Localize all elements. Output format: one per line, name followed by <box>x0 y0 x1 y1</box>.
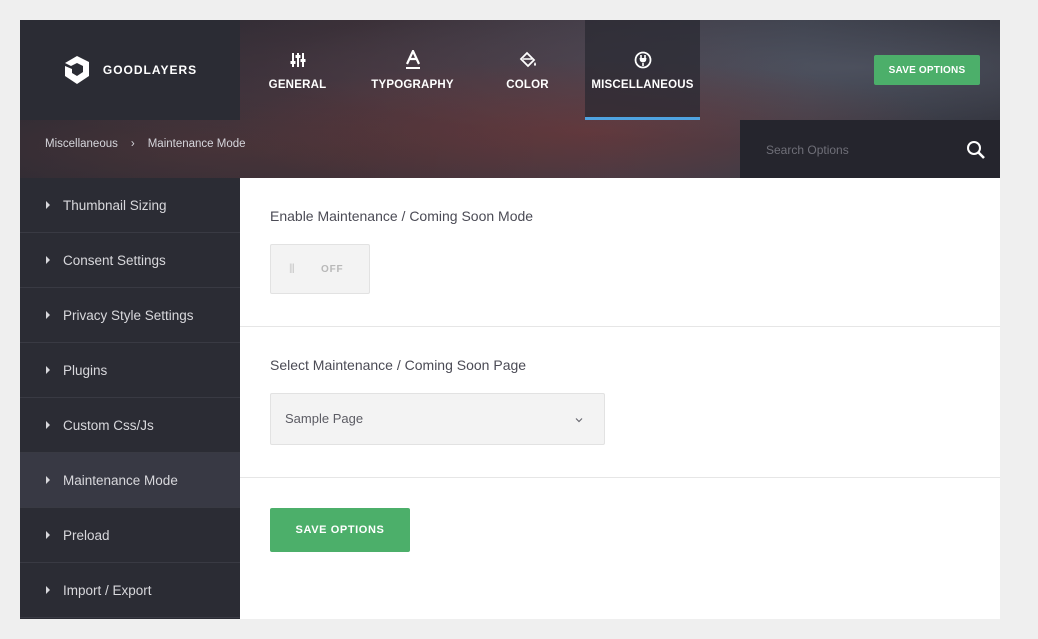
options-header: GOODLAYERS GENERAL TYPOGRAPHY COLOR MISC… <box>20 20 1000 178</box>
tab-typography[interactable]: TYPOGRAPHY <box>355 20 470 120</box>
maintenance-page-section: Select Maintenance / Coming Soon Page Sa… <box>240 327 1000 478</box>
sidebar-item-label: Preload <box>63 527 110 543</box>
brand-logo: GOODLAYERS <box>20 20 240 120</box>
sidebar-item-plugins[interactable]: Plugins <box>20 343 240 398</box>
options-content: Enable Maintenance / Coming Soon Mode ||… <box>240 178 1000 619</box>
caret-right-icon <box>46 201 50 209</box>
toggle-grip-icon: ||| <box>289 263 295 274</box>
sidebar-item-preload[interactable]: Preload <box>20 508 240 563</box>
brand-name: GOODLAYERS <box>102 63 198 77</box>
search-input[interactable] <box>764 140 958 160</box>
goodlayers-logo-icon <box>64 56 89 84</box>
sidebar-item-label: Import / Export <box>63 582 152 598</box>
save-options-button[interactable]: SAVE OPTIONS <box>270 508 410 552</box>
sidebar-item-custom-css-js[interactable]: Custom Css/Js <box>20 398 240 453</box>
sidebar-item-label: Thumbnail Sizing <box>63 197 167 213</box>
tab-label: MISCELLANEOUS <box>591 79 694 91</box>
caret-right-icon <box>46 476 50 484</box>
caret-right-icon <box>46 531 50 539</box>
search-icon[interactable] <box>966 140 986 160</box>
maintenance-page-select[interactable]: Sample Page <box>270 393 605 445</box>
caret-right-icon <box>46 366 50 374</box>
maintenance-toggle-label: Enable Maintenance / Coming Soon Mode <box>270 208 534 224</box>
breadcrumb-current: Maintenance Mode <box>147 138 246 150</box>
theme-options-panel: GOODLAYERS GENERAL TYPOGRAPHY COLOR MISC… <box>20 20 1000 619</box>
maintenance-mode-toggle[interactable]: ||| OFF <box>270 244 370 294</box>
plug-icon <box>634 49 652 71</box>
sidebar: Thumbnail Sizing Consent Settings Privac… <box>20 178 240 619</box>
breadcrumb-parent-link[interactable]: Miscellaneous <box>45 138 118 150</box>
sidebar-item-import-export[interactable]: Import / Export <box>20 563 240 618</box>
maintenance-page-label: Select Maintenance / Coming Soon Page <box>270 357 527 373</box>
caret-right-icon <box>46 421 50 429</box>
sliders-icon <box>289 49 307 71</box>
tab-label: GENERAL <box>268 79 327 91</box>
sidebar-item-label: Consent Settings <box>63 252 166 268</box>
tab-color[interactable]: COLOR <box>470 20 585 120</box>
breadcrumb: Miscellaneous › Maintenance Mode <box>45 138 246 150</box>
sidebar-item-maintenance-mode[interactable]: Maintenance Mode <box>20 453 240 508</box>
tab-label: TYPOGRAPHY <box>371 79 454 91</box>
tab-miscellaneous[interactable]: MISCELLANEOUS <box>585 20 700 120</box>
search-box <box>740 120 1000 178</box>
caret-right-icon <box>46 311 50 319</box>
tab-label: COLOR <box>506 79 549 91</box>
typography-icon <box>404 49 422 71</box>
chevron-down-icon <box>575 418 583 423</box>
sidebar-item-label: Maintenance Mode <box>63 472 178 488</box>
caret-right-icon <box>46 586 50 594</box>
sidebar-item-label: Custom Css/Js <box>63 417 154 433</box>
save-options-button-top[interactable]: SAVE OPTIONS <box>874 55 980 85</box>
breadcrumb-separator: › <box>130 138 135 150</box>
sidebar-item-consent-settings[interactable]: Consent Settings <box>20 233 240 288</box>
maintenance-toggle-section: Enable Maintenance / Coming Soon Mode ||… <box>240 178 1000 327</box>
sidebar-item-label: Privacy Style Settings <box>63 307 194 323</box>
caret-right-icon <box>46 256 50 264</box>
paint-bucket-icon <box>518 49 538 71</box>
sidebar-item-thumbnail-sizing[interactable]: Thumbnail Sizing <box>20 178 240 233</box>
select-value: Sample Page <box>285 411 364 426</box>
sidebar-item-label: Plugins <box>63 362 108 378</box>
sidebar-item-privacy-style-settings[interactable]: Privacy Style Settings <box>20 288 240 343</box>
toggle-state-label: OFF <box>321 264 344 275</box>
tab-general[interactable]: GENERAL <box>240 20 355 120</box>
